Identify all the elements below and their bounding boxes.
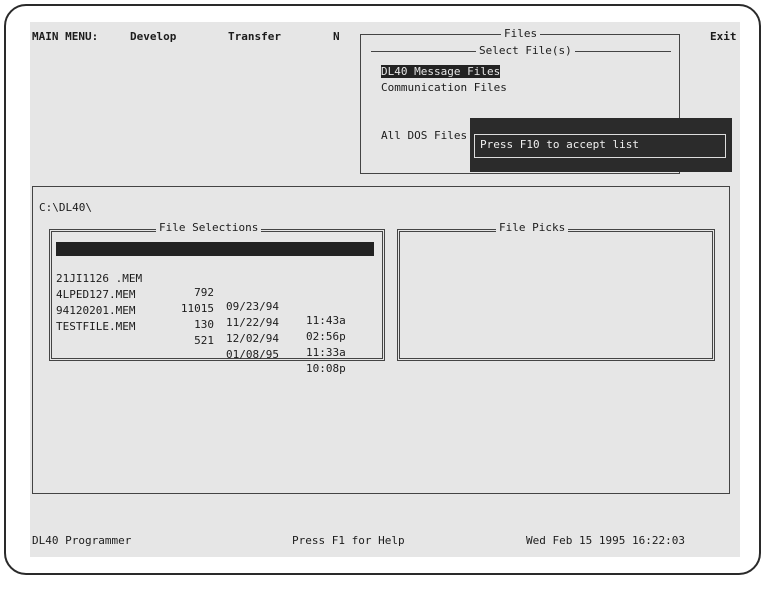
popup-text: Press F10 to accept list <box>480 138 639 151</box>
file-row[interactable]: 94120201.MEM 130 12/02/94 11:33a <box>56 290 374 359</box>
menu-develop[interactable]: Develop <box>130 30 176 43</box>
select-files-subtitle: Select File(s) <box>476 44 575 57</box>
menu-transfer[interactable]: Transfer <box>228 30 281 43</box>
file-row[interactable]: 4LPED127.MEM 11015 11/22/94 02:56p <box>56 274 374 343</box>
file-selections-title: File Selections <box>156 221 262 234</box>
dos-screen: MAIN MENU: Develop Transfer N Exit Files… <box>30 22 740 557</box>
menu-exit[interactable]: Exit <box>710 30 737 43</box>
status-datetime: Wed Feb 15 1995 16:22:03 <box>526 534 685 547</box>
menu-n[interactable]: N <box>333 30 340 43</box>
option-dl40-message-files[interactable]: DL40 Message Files <box>381 65 501 78</box>
file-row[interactable]: TESTFILE.MEM 521 01/08/95 10:08p <box>56 306 374 375</box>
current-path: C:\DL40\ <box>39 201 92 214</box>
file-selections-list: File Selections DLRMPED.MEM 130 11/29/94… <box>49 221 385 375</box>
main-menu-label: MAIN MENU: <box>32 30 99 43</box>
status-help-hint: Press F1 for Help <box>292 534 405 547</box>
option-communication-files[interactable]: Communication Files <box>381 81 507 94</box>
option-all-dos-files[interactable]: All DOS Files <box>381 129 467 142</box>
status-app-name: DL40 Programmer <box>32 534 132 547</box>
file-row[interactable]: 21JI1126 .MEM 792 09/23/94 11:43a <box>56 258 374 327</box>
file-picks-title: File Picks <box>496 221 569 234</box>
workspace-panel: C:\DL40\ File Selections DLRMPED.MEM 130… <box>32 186 730 494</box>
accept-list-popup: Press F10 to accept list <box>470 118 732 172</box>
files-menu-title: Files <box>501 27 541 40</box>
file-row[interactable]: DLRMPED.MEM 130 11/29/94 02:24p <box>56 242 374 311</box>
status-bar: DL40 Programmer Press F1 for Help Wed Fe… <box>30 534 740 552</box>
file-picks-list[interactable]: File Picks <box>397 221 715 361</box>
